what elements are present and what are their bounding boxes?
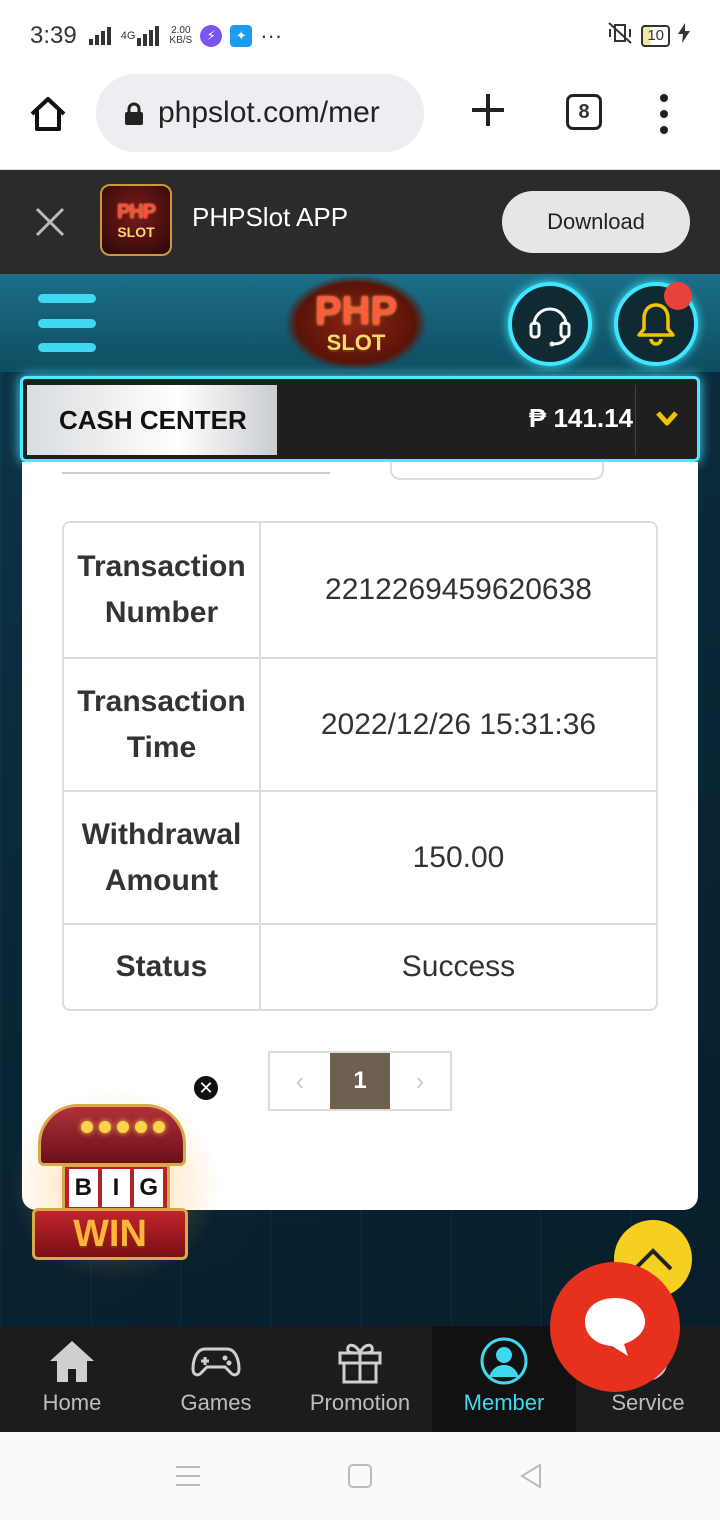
close-icon bbox=[35, 207, 65, 237]
reel-letter: B bbox=[69, 1169, 98, 1207]
recent-apps-button[interactable] bbox=[176, 1466, 200, 1486]
site-logo[interactable]: PHP SLOT bbox=[286, 276, 426, 370]
chat-bubble-icon bbox=[585, 1298, 645, 1356]
signal-4g-icon: 4G bbox=[121, 30, 136, 42]
table-row: Withdrawal Amount 150.00 bbox=[64, 790, 656, 923]
close-banner-button[interactable] bbox=[34, 206, 66, 238]
system-home-button[interactable] bbox=[348, 1464, 372, 1488]
charging-icon bbox=[678, 23, 690, 49]
download-button[interactable]: Download bbox=[502, 191, 690, 253]
win-label: WIN bbox=[32, 1208, 188, 1260]
cash-center-label: CASH CENTER bbox=[27, 385, 277, 455]
site-logo-php: PHP bbox=[314, 289, 398, 333]
current-page-button[interactable]: 1 bbox=[330, 1053, 390, 1109]
browser-home-button[interactable] bbox=[28, 94, 68, 134]
customer-support-button[interactable] bbox=[508, 282, 592, 366]
nav-promotion[interactable]: Promotion bbox=[288, 1326, 432, 1432]
app-logo: PHP SLOT bbox=[100, 184, 172, 256]
balance-amount: ₱ 141.14 bbox=[528, 403, 633, 433]
headset-icon bbox=[529, 307, 571, 347]
row-label: Withdrawal Amount bbox=[64, 792, 261, 923]
transaction-time: 2022/12/26 15:31:36 bbox=[320, 707, 597, 741]
transaction-details-table: Transaction Number 2212269459620638 Tran… bbox=[62, 521, 658, 1011]
site-logo-slot: SLOT bbox=[326, 330, 386, 355]
member-icon bbox=[478, 1336, 530, 1386]
row-label: Transaction Number bbox=[64, 523, 261, 657]
lock-icon bbox=[124, 102, 144, 125]
tab-underline bbox=[62, 462, 330, 474]
next-page-button[interactable]: › bbox=[390, 1053, 450, 1109]
transaction-number: 2212269459620638 bbox=[325, 573, 592, 606]
more-notifications-icon: ··· bbox=[260, 23, 283, 48]
pagination: ‹ 1 › bbox=[268, 1051, 452, 1111]
mute-vibrate-icon bbox=[607, 21, 633, 51]
nav-promotion-label: Promotion bbox=[309, 1390, 411, 1415]
big-win-promo[interactable]: B I G WIN bbox=[30, 1100, 202, 1262]
network-type: 4G bbox=[120, 30, 136, 42]
reel-letter: I bbox=[101, 1169, 131, 1207]
status-bar: 3:39 4G 2.00 KB/S ⚡ ✦ ··· 10 bbox=[0, 0, 720, 72]
withdrawal-amount: 150.00 bbox=[412, 840, 505, 874]
clock: 3:39 bbox=[30, 22, 77, 49]
slot-machine-top bbox=[38, 1104, 186, 1166]
nav-games[interactable]: Games bbox=[144, 1326, 288, 1432]
app-logo-php: PHP bbox=[116, 200, 156, 223]
gamepad-icon bbox=[190, 1336, 242, 1386]
network-speed: 2.00 KB/S bbox=[169, 26, 192, 46]
prev-page-button[interactable]: ‹ bbox=[270, 1053, 330, 1109]
gift-icon bbox=[334, 1336, 386, 1386]
hamburger-menu-button[interactable] bbox=[38, 294, 96, 352]
table-row: Status Success bbox=[64, 923, 656, 1009]
cash-divider bbox=[635, 385, 636, 455]
cash-center-bar[interactable]: CASH CENTER ₱ 141.14 bbox=[20, 376, 700, 462]
battery-indicator: 10 bbox=[641, 25, 670, 47]
app-name: PHPSlot APP bbox=[192, 202, 349, 232]
table-row: Transaction Time 2022/12/26 15:31:36 bbox=[64, 657, 656, 790]
row-label: Transaction Time bbox=[64, 659, 261, 790]
twitter-icon: ✦ bbox=[230, 25, 253, 47]
notification-dot bbox=[664, 282, 692, 310]
tab-remnant bbox=[390, 462, 604, 480]
nav-service-label: Service bbox=[611, 1390, 685, 1415]
status-value: Success bbox=[401, 950, 516, 983]
browser-toolbar: phpslot.com/mer 8 bbox=[0, 72, 720, 170]
chevron-down-icon[interactable] bbox=[655, 409, 679, 429]
network-speed-unit: KB/S bbox=[169, 35, 193, 46]
nav-home[interactable]: Home bbox=[0, 1326, 144, 1432]
slot-reels: B I G bbox=[62, 1164, 170, 1212]
android-navigation-bar bbox=[0, 1432, 720, 1520]
new-tab-button[interactable] bbox=[468, 90, 508, 134]
browser-menu-button[interactable] bbox=[654, 94, 674, 134]
row-label: Status bbox=[64, 925, 261, 1009]
site-header: PHP SLOT bbox=[0, 274, 720, 372]
nav-member-label: Member bbox=[463, 1390, 545, 1415]
signal-icon bbox=[88, 27, 113, 45]
system-back-button[interactable] bbox=[518, 1462, 544, 1490]
back-triangle-icon bbox=[520, 1463, 541, 1489]
live-chat-button[interactable] bbox=[550, 1262, 680, 1392]
home-icon bbox=[46, 1336, 98, 1386]
plus-icon bbox=[472, 94, 504, 126]
close-promo-button[interactable]: ✕ bbox=[192, 1074, 220, 1102]
messenger-icon: ⚡ bbox=[200, 25, 223, 47]
home-outline-icon bbox=[30, 97, 66, 131]
nav-games-label: Games bbox=[180, 1390, 252, 1415]
signal-icon-2 bbox=[137, 26, 161, 46]
reel-letter: G bbox=[134, 1169, 164, 1207]
app-logo-slot: SLOT bbox=[117, 223, 155, 240]
table-row: Transaction Number 2212269459620638 bbox=[64, 523, 656, 657]
tab-switcher-button[interactable]: 8 bbox=[566, 94, 602, 130]
nav-home-label: Home bbox=[42, 1390, 102, 1415]
app-install-banner: PHP SLOT PHPSlot APP Download bbox=[0, 170, 720, 274]
url-text: phpslot.com/mer bbox=[158, 96, 380, 129]
url-bar[interactable]: phpslot.com/mer bbox=[96, 74, 424, 152]
